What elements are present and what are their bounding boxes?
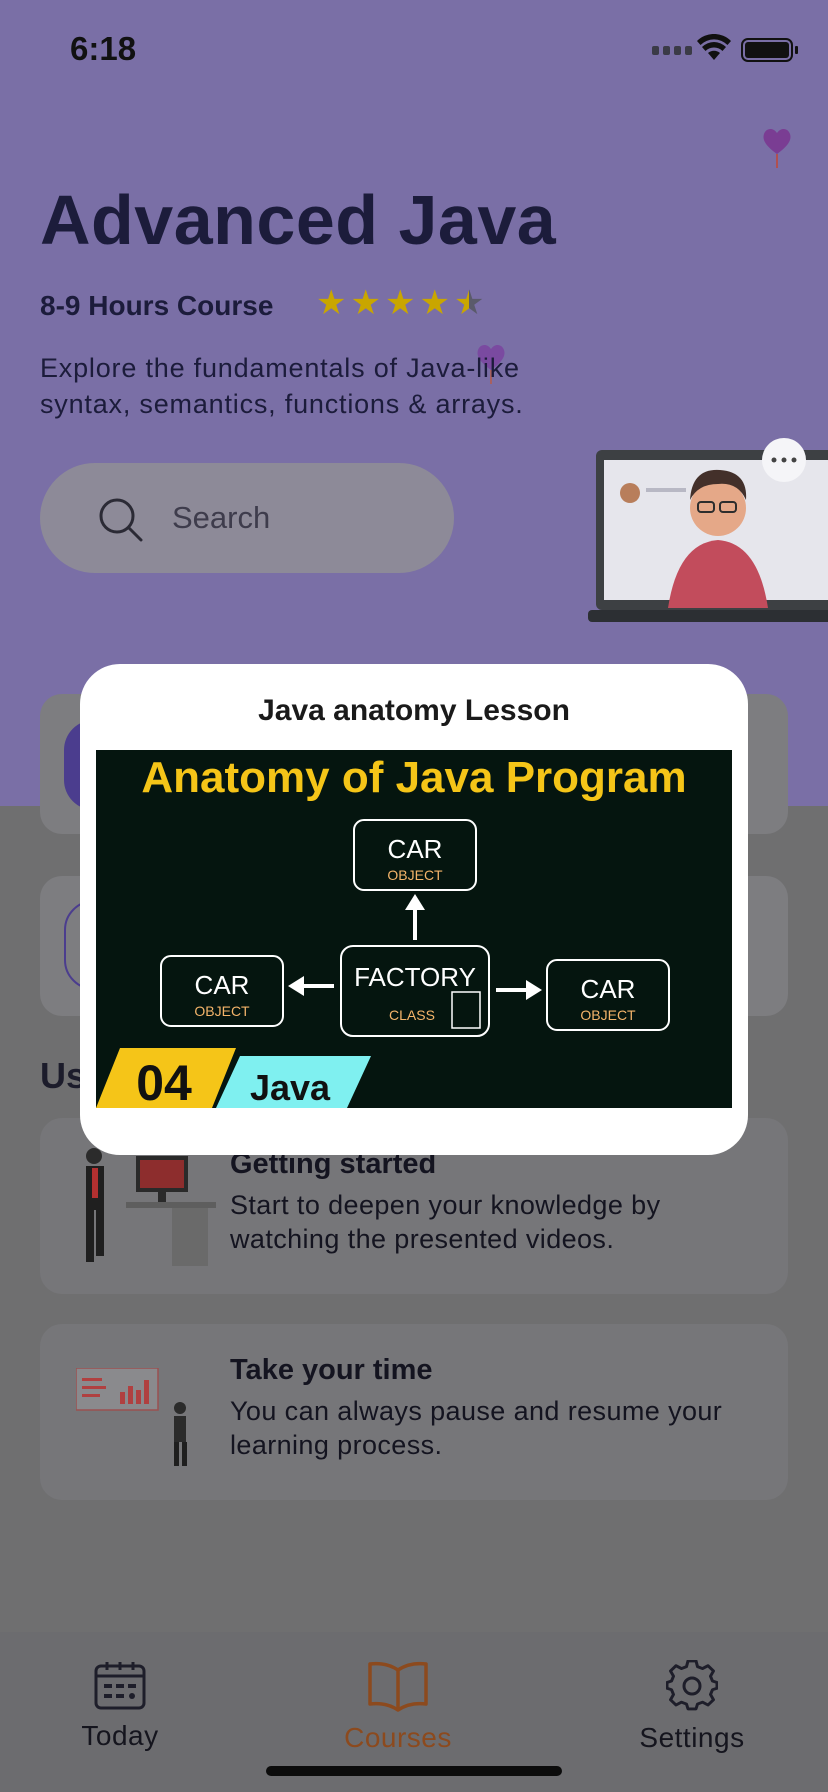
tab-label: Settings [639, 1722, 745, 1753]
home-indicator[interactable] [266, 1766, 562, 1776]
episode-number: 04 [136, 1055, 192, 1108]
episode-tag: Java [250, 1067, 331, 1108]
info-card-title: Take your time [230, 1354, 433, 1386]
modal-title: Java anatomy Lesson [258, 694, 570, 727]
course-rating: ★ ★ ★ ★ ★ [316, 286, 484, 320]
node-label: CAR [388, 834, 443, 864]
tab-label: Courses [344, 1722, 452, 1753]
status-bar: 6:18 [0, 0, 828, 100]
node-label: FACTORY [354, 962, 476, 992]
course-title: Advanced Java [40, 181, 557, 259]
tab-today[interactable]: Today [30, 1660, 210, 1752]
node-sublabel: CLASS [389, 1007, 435, 1023]
star-icon: ★ [384, 284, 416, 322]
status-time: 6:18 [70, 30, 137, 67]
star-icon: ★ [350, 284, 381, 322]
battery-icon [741, 38, 798, 62]
course-description: Explore the fundamentals of Java-like sy… [40, 353, 524, 419]
tab-courses[interactable]: Courses [308, 1660, 488, 1754]
info-card-text: Start to deepen your knowledge by watchi… [230, 1190, 661, 1254]
node-label: CAR [581, 974, 636, 1004]
book-icon [368, 1661, 428, 1712]
node-sublabel: OBJECT [580, 1007, 636, 1023]
balloon-heart-icon [763, 128, 791, 168]
thumbnail-headline: Anatomy of Java Program [141, 753, 686, 802]
info-card-text: You can always pause and resume your lea… [230, 1396, 723, 1460]
info-card-take-your-time[interactable]: Take your time You can always pause and … [40, 1324, 788, 1500]
node-label: CAR [195, 970, 250, 1000]
gear-icon [666, 1660, 718, 1711]
desk-person-illustration [86, 1148, 216, 1266]
search-bar[interactable] [40, 463, 454, 573]
tab-label: Today [81, 1720, 159, 1751]
wifi-icon [697, 34, 731, 60]
calendar-icon [94, 1662, 146, 1710]
star-icon: ★ [419, 284, 450, 322]
tab-settings[interactable]: Settings [602, 1660, 782, 1754]
presentation-person-illustration [76, 1368, 187, 1466]
node-sublabel: OBJECT [194, 1003, 250, 1019]
lesson-diagram: Anatomy of Java Program CAR OBJECT CAR O… [96, 750, 732, 1108]
search-input[interactable] [172, 493, 432, 543]
teacher-video-illustration [588, 438, 828, 622]
course-duration: 8-9 Hours Course [40, 290, 274, 321]
star-icon: ★ [316, 284, 347, 322]
lesson-modal: Java anatomy Lesson Anatomy of Java Prog… [80, 664, 748, 1155]
lesson-thumbnail[interactable]: Anatomy of Java Program CAR OBJECT CAR O… [96, 750, 732, 1108]
half-star-icon: ★ [453, 284, 485, 322]
node-sublabel: OBJECT [387, 867, 443, 883]
search-icon [99, 498, 143, 542]
cellular-signal-icon [652, 46, 692, 55]
